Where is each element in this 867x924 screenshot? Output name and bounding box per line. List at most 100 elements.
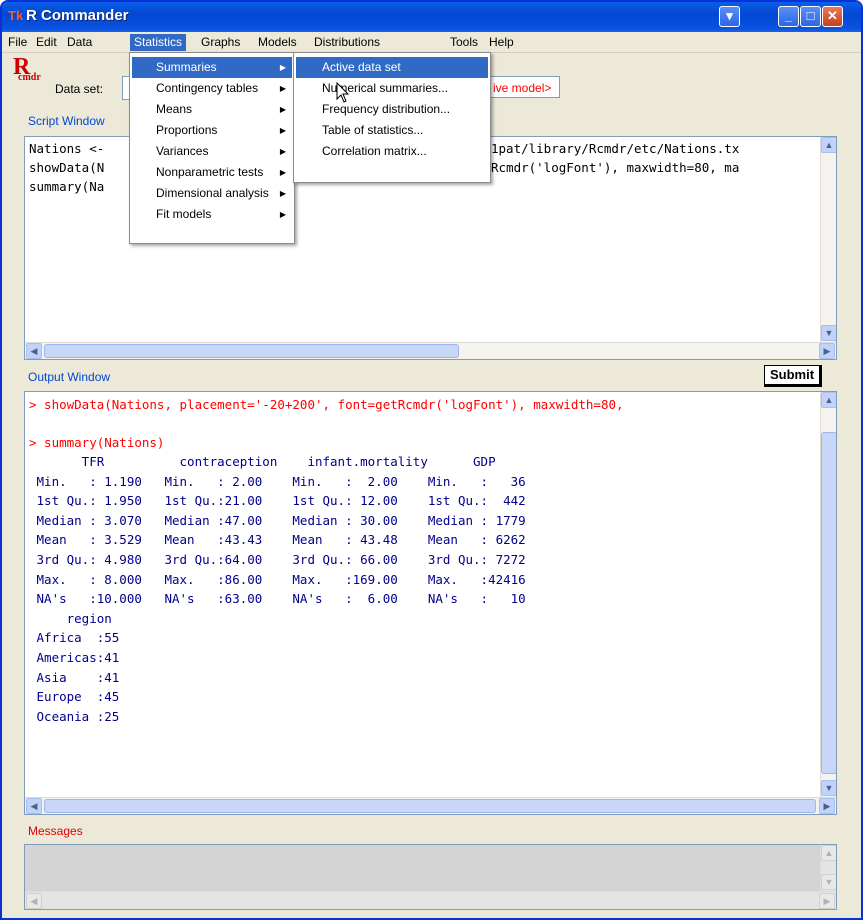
menu-item-label: Dimensional analysis [156, 186, 269, 200]
menu-edit[interactable]: Edit [32, 34, 61, 51]
summaries-menu-item[interactable]: Frequency distribution... [296, 99, 488, 120]
summaries-menu-item[interactable]: Correlation matrix... [296, 141, 488, 162]
script-line: summary(Na [29, 179, 105, 194]
scroll-up-icon[interactable]: ▲ [821, 137, 836, 153]
script-vertical-scrollbar[interactable]: ▲ ▼ [820, 137, 836, 342]
scroll-down-icon[interactable]: ▼ [821, 780, 836, 796]
tk-app-icon: Tk [8, 8, 24, 23]
output-vertical-scrollbar[interactable]: ▲ ▼ [820, 392, 836, 797]
script-window-label: Script Window [28, 114, 105, 128]
menu-bar: File Edit Data Statistics Graphs Models … [2, 32, 861, 53]
scroll-up-icon[interactable]: ▲ [821, 845, 836, 861]
statistics-menu-item[interactable]: Variances ▶ [132, 141, 292, 162]
statistics-menu-item[interactable]: Dimensional analysis ▶ [132, 183, 292, 204]
statistics-menu-item[interactable]: Fit models ▶ [132, 204, 292, 225]
scroll-down-icon[interactable]: ▼ [821, 325, 836, 341]
menu-help[interactable]: Help [485, 34, 518, 51]
script-horizontal-scrollbar[interactable]: ◀ ▶ [25, 342, 836, 359]
messages-horizontal-scrollbar[interactable]: ◀ ▶ [25, 891, 836, 909]
menu-data[interactable]: Data [63, 34, 96, 51]
title-bar[interactable]: Tk R Commander ▾ _ □ ✕ [2, 2, 861, 32]
script-line: showData(N [29, 160, 105, 175]
output-line: Africa :55 [29, 630, 120, 646]
messages-vertical-scrollbar[interactable]: ▲ ▼ [820, 845, 836, 891]
output-textarea[interactable]: > showData(Nations, placement='-20+200',… [24, 391, 837, 815]
dataset-label: Data set: [55, 82, 104, 96]
menu-statistics[interactable]: Statistics [130, 34, 187, 51]
window-title: R Commander [26, 7, 129, 24]
output-line: 3rd Qu.: 4.980 3rd Qu.:64.00 3rd Qu.: 66… [29, 551, 526, 567]
submenu-arrow-icon: ▶ [279, 126, 286, 135]
output-line: NA's :10.000 NA's :63.00 NA's : 6.00 NA'… [29, 591, 526, 607]
minimize-button[interactable]: _ [778, 6, 799, 27]
output-line: TFR contraception infant.mortality GDP [29, 454, 496, 469]
output-line: Median : 3.070 Median :47.00 Median : 30… [29, 512, 526, 528]
statistics-menu-item[interactable]: Means ▶ [132, 99, 292, 120]
scroll-thumb[interactable] [44, 799, 816, 813]
mouse-cursor-icon [336, 82, 350, 103]
output-line: 1st Qu.: 1.950 1st Qu.:21.00 1st Qu.: 12… [29, 493, 526, 509]
statistics-menu-item[interactable]: Contingency tables ▶ [132, 78, 292, 99]
summaries-menu-item[interactable]: Table of statistics... [296, 120, 488, 141]
scroll-up-icon[interactable]: ▲ [821, 392, 836, 408]
messages-textarea[interactable]: ▲ ▼ ◀ ▶ [24, 844, 837, 910]
script-line: Nations <- [29, 141, 105, 156]
output-line: Max. : 8.000 Max. :86.00 Max. :169.00 Ma… [29, 571, 526, 587]
menu-item-label: Fit models [156, 207, 212, 221]
menu-graphs[interactable]: Graphs [197, 34, 244, 51]
script-line-tail: 1pat/library/Rcmdr/etc/Nations.tx [491, 141, 740, 156]
summaries-menu-item[interactable]: Numerical summaries... [296, 78, 488, 99]
output-line: Americas:41 [29, 649, 120, 665]
close-button[interactable]: ✕ [822, 6, 843, 27]
submenu-arrow-icon: ▶ [279, 63, 286, 72]
submenu-arrow-icon: ▶ [279, 147, 286, 156]
statistics-menu-item[interactable]: Summaries ▶ [132, 57, 292, 78]
scroll-left-icon[interactable]: ◀ [26, 343, 42, 359]
submenu-arrow-icon: ▶ [279, 168, 286, 177]
menu-item-label: Summaries [156, 60, 217, 74]
scroll-left-icon[interactable]: ◀ [26, 798, 42, 814]
output-command: > showData(Nations, placement='-20+200',… [29, 397, 624, 412]
statistics-menu-item[interactable]: Proportions ▶ [132, 120, 292, 141]
script-line-tail: Rcmdr('logFont'), maxwidth=80, ma [491, 160, 740, 175]
submenu-arrow-icon: ▶ [279, 189, 286, 198]
output-line: Min. : 1.190 Min. : 2.00 Min. : 2.00 Min… [29, 473, 526, 489]
scroll-down-icon[interactable]: ▼ [821, 874, 836, 890]
output-line: Mean : 3.529 Mean :43.43 Mean : 43.48 Me… [29, 532, 526, 548]
menu-file[interactable]: File [4, 34, 31, 51]
submenu-arrow-icon: ▶ [279, 210, 286, 219]
menu-item-label: Means [156, 102, 193, 116]
maximize-button[interactable]: □ [800, 6, 821, 27]
output-line: Asia :41 [29, 669, 120, 685]
scroll-right-icon[interactable]: ▶ [819, 798, 835, 814]
r-commander-window: Tk R Commander ▾ _ □ ✕ File Edit Data St… [0, 0, 863, 920]
scroll-left-icon[interactable]: ◀ [26, 893, 42, 909]
dropdown-icon[interactable]: ▾ [719, 6, 740, 27]
scroll-thumb[interactable] [821, 432, 836, 774]
output-line: Europe :45 [29, 689, 120, 705]
statistics-menu-item[interactable]: Nonparametric tests ▶ [132, 162, 292, 183]
submit-button[interactable]: Submit [764, 365, 822, 387]
summaries-submenu: Active data set Numerical summaries... Fre… [293, 52, 491, 183]
model-button[interactable]: ive model> [490, 76, 560, 98]
menu-item-label: Nonparametric tests [156, 165, 264, 179]
menu-item-label: Proportions [156, 123, 218, 137]
menu-item-label: Variances [156, 144, 209, 158]
messages-label: Messages [28, 824, 83, 838]
rcmdr-logo-sub: cmdr [18, 72, 41, 83]
menu-distributions[interactable]: Distributions [310, 34, 384, 51]
menu-tools[interactable]: Tools [446, 34, 482, 51]
submenu-arrow-icon: ▶ [279, 105, 286, 114]
output-horizontal-scrollbar[interactable]: ◀ ▶ [25, 797, 836, 814]
scroll-right-icon[interactable]: ▶ [819, 893, 835, 909]
output-line: Oceania :25 [29, 708, 120, 724]
output-text: TFR contraception infant.mortality GDP M… [29, 452, 526, 726]
statistics-menu: Summaries ▶ Contingency tables ▶ Means ▶ Propo… [129, 52, 295, 244]
menu-models[interactable]: Models [254, 34, 301, 51]
scroll-thumb[interactable] [44, 344, 459, 358]
menu-item-label: Contingency tables [156, 81, 259, 95]
scroll-right-icon[interactable]: ▶ [819, 343, 835, 359]
output-window-label: Output Window [28, 370, 111, 384]
summaries-menu-item[interactable]: Active data set [296, 57, 488, 78]
submenu-arrow-icon: ▶ [279, 84, 286, 93]
